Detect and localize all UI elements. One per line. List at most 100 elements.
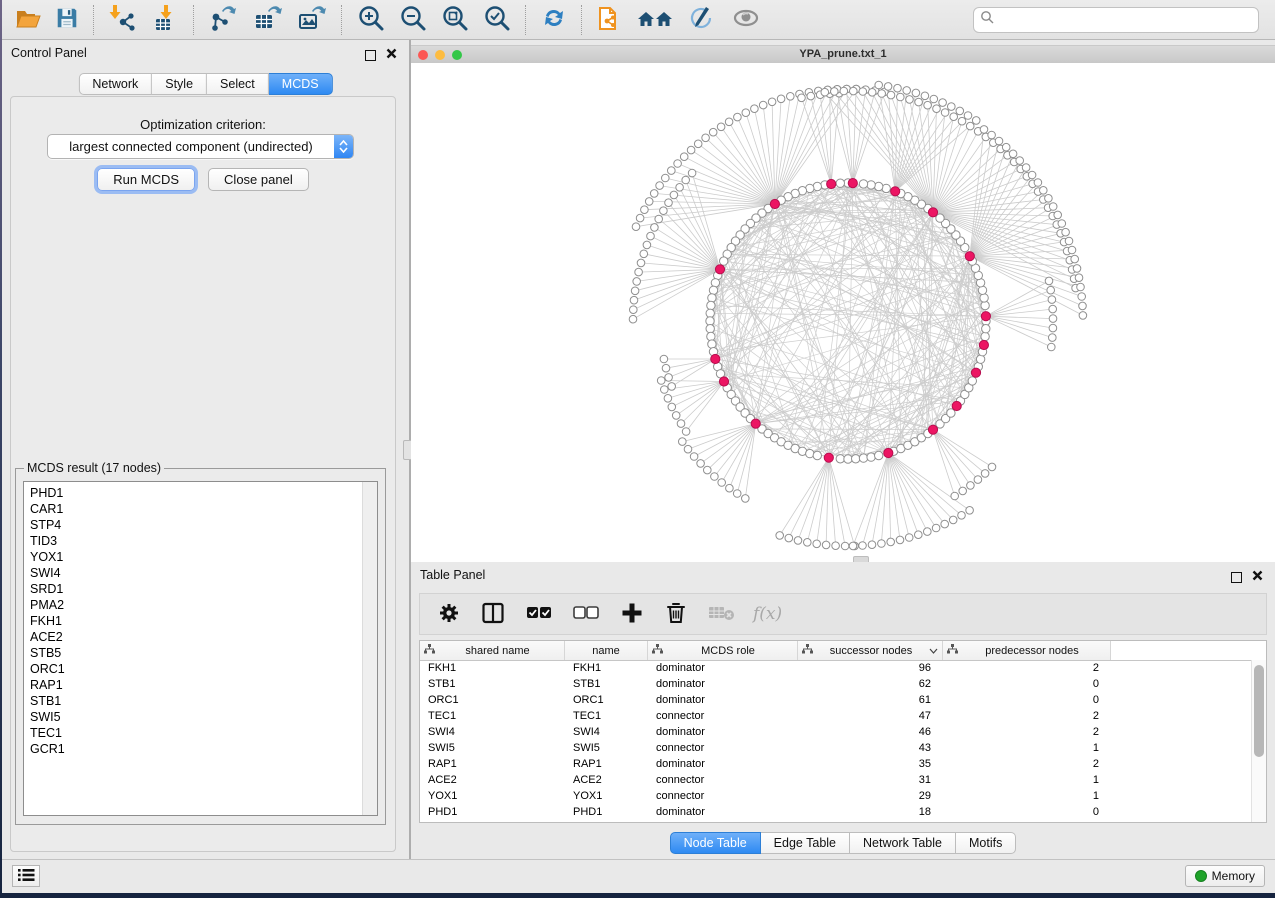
- table-scrollbar[interactable]: [1251, 660, 1266, 822]
- toolbar-separator: [341, 5, 343, 35]
- tab-network[interactable]: Network: [78, 73, 152, 95]
- table-row[interactable]: FKH1FKH1dominator962: [420, 660, 1252, 676]
- tab-select[interactable]: Select: [207, 73, 269, 95]
- search-input[interactable]: [994, 12, 1252, 28]
- memory-label: Memory: [1212, 869, 1255, 883]
- mcds-result-item[interactable]: TEC1: [30, 725, 359, 741]
- table-cell: FKH1: [420, 662, 565, 674]
- show-panels-button[interactable]: [12, 865, 40, 887]
- zoom-selected-button[interactable]: [480, 1, 514, 38]
- mcds-result-item[interactable]: PMA2: [30, 597, 359, 613]
- select-all-icon: [526, 603, 552, 626]
- network-canvas[interactable]: [411, 63, 1275, 562]
- tree-icon: [947, 644, 958, 657]
- table-cell: ACE2: [565, 774, 648, 786]
- table-row[interactable]: YOX1YOX1connector291: [420, 788, 1252, 804]
- close-panel-icon[interactable]: [386, 46, 397, 64]
- gear-icon: [438, 602, 460, 627]
- table-settings-button[interactable]: [436, 600, 462, 629]
- mcds-result-item[interactable]: STP4: [30, 517, 359, 533]
- column-header-predecessor-nodes[interactable]: predecessor nodes: [943, 641, 1111, 660]
- tab-style[interactable]: Style: [152, 73, 207, 95]
- export-table-button[interactable]: [250, 1, 286, 38]
- refresh-button[interactable]: [538, 2, 570, 37]
- column-header-name[interactable]: name: [565, 641, 648, 660]
- zoom-fit-button[interactable]: [438, 1, 472, 38]
- refresh-icon: [540, 4, 568, 35]
- table-row[interactable]: TEC1TEC1connector472: [420, 708, 1252, 724]
- table-cell: 1: [943, 742, 1111, 754]
- table-row[interactable]: SWI5SWI5connector431: [420, 740, 1252, 756]
- table-row[interactable]: RAP1RAP1dominator352: [420, 756, 1252, 772]
- table-cell: 0: [943, 806, 1111, 818]
- save-icon: [54, 5, 80, 34]
- criterion-dropdown[interactable]: largest connected component (undirected): [47, 134, 354, 159]
- table-tab-network-table[interactable]: Network Table: [850, 832, 956, 854]
- mcds-list-scrollbar[interactable]: [362, 482, 377, 815]
- mcds-result-item[interactable]: ACE2: [30, 629, 359, 645]
- zoom-fit-icon: [440, 3, 470, 36]
- mcds-result-item[interactable]: PHD1: [30, 485, 359, 501]
- double-home-icon: [636, 4, 674, 35]
- run-mcds-button[interactable]: Run MCDS: [97, 168, 195, 191]
- table-row[interactable]: ACE2ACE2connector311: [420, 772, 1252, 788]
- import-network-button[interactable]: [106, 1, 140, 38]
- table-cell: dominator: [648, 758, 798, 770]
- delete-column-button[interactable]: [663, 599, 689, 630]
- mcds-result-item[interactable]: CAR1: [30, 501, 359, 517]
- table-row[interactable]: PHD1PHD1dominator180: [420, 804, 1252, 820]
- mcds-result-item[interactable]: GCR1: [30, 741, 359, 757]
- import-table-button[interactable]: [148, 1, 182, 38]
- add-column-icon: [620, 601, 644, 628]
- table-row[interactable]: STB1STB1dominator620: [420, 676, 1252, 692]
- zoom-out-button[interactable]: [396, 1, 430, 38]
- table-cell: 43: [798, 742, 943, 754]
- tab-mcds[interactable]: MCDS: [269, 73, 333, 95]
- table-row[interactable]: ORC1ORC1dominator610: [420, 692, 1252, 708]
- table-tab-edge-table[interactable]: Edge Table: [761, 832, 850, 854]
- deselect-all-icon: [573, 603, 599, 626]
- show-all-columns-button[interactable]: [524, 601, 554, 628]
- zoom-in-button[interactable]: [354, 1, 388, 38]
- table-cell: 29: [798, 790, 943, 802]
- open-file-button[interactable]: [12, 2, 44, 37]
- mcds-result-item[interactable]: YOX1: [30, 549, 359, 565]
- table-row[interactable]: SWI4SWI4dominator462: [420, 724, 1252, 740]
- search-box[interactable]: [973, 7, 1259, 33]
- export-web-button[interactable]: [594, 1, 626, 38]
- export-network-button[interactable]: [206, 1, 242, 38]
- mcds-result-item[interactable]: STB1: [30, 693, 359, 709]
- mcds-result-item[interactable]: SWI4: [30, 565, 359, 581]
- float-panel-icon[interactable]: [365, 50, 376, 61]
- table-scrollbar-thumb[interactable]: [1254, 665, 1264, 757]
- save-session-button[interactable]: [52, 3, 82, 36]
- mcds-result-item[interactable]: RAP1: [30, 677, 359, 693]
- column-header-successor-nodes[interactable]: successor nodes: [798, 641, 943, 660]
- column-header-mcds-role[interactable]: MCDS role: [648, 641, 798, 660]
- export-image-button[interactable]: [294, 1, 330, 38]
- float-table-panel-icon[interactable]: [1231, 572, 1242, 583]
- hide-all-columns-button[interactable]: [571, 601, 601, 628]
- split-panel-button[interactable]: [479, 599, 507, 630]
- mcds-result-list[interactable]: PHD1CAR1STP4TID3YOX1SWI4SRD1PMA2FKH1ACE2…: [23, 481, 378, 816]
- column-header-shared-name[interactable]: shared name: [420, 641, 565, 660]
- close-panel-button[interactable]: Close panel: [208, 168, 309, 191]
- function-builder-button[interactable]: f(x): [753, 604, 782, 624]
- create-column-button[interactable]: [618, 599, 646, 630]
- mcds-result-item[interactable]: FKH1: [30, 613, 359, 629]
- table-tab-motifs[interactable]: Motifs: [956, 832, 1016, 854]
- mcds-result-item[interactable]: ORC1: [30, 661, 359, 677]
- delete-table-button[interactable]: [706, 601, 738, 628]
- hide-details-button[interactable]: [684, 1, 720, 38]
- mcds-result-item[interactable]: SWI5: [30, 709, 359, 725]
- cybrowser-button[interactable]: [634, 2, 676, 37]
- network-window-titlebar[interactable]: YPA_prune.txt_1: [411, 45, 1275, 64]
- mcds-result-item[interactable]: TID3: [30, 533, 359, 549]
- close-table-panel-icon[interactable]: [1252, 568, 1263, 586]
- mcds-result-item[interactable]: STB5: [30, 645, 359, 661]
- memory-button[interactable]: Memory: [1185, 865, 1265, 887]
- table-tab-node-table[interactable]: Node Table: [670, 832, 761, 854]
- zoom-in-icon: [356, 3, 386, 36]
- birdseye-button[interactable]: [728, 2, 764, 37]
- mcds-result-item[interactable]: SRD1: [30, 581, 359, 597]
